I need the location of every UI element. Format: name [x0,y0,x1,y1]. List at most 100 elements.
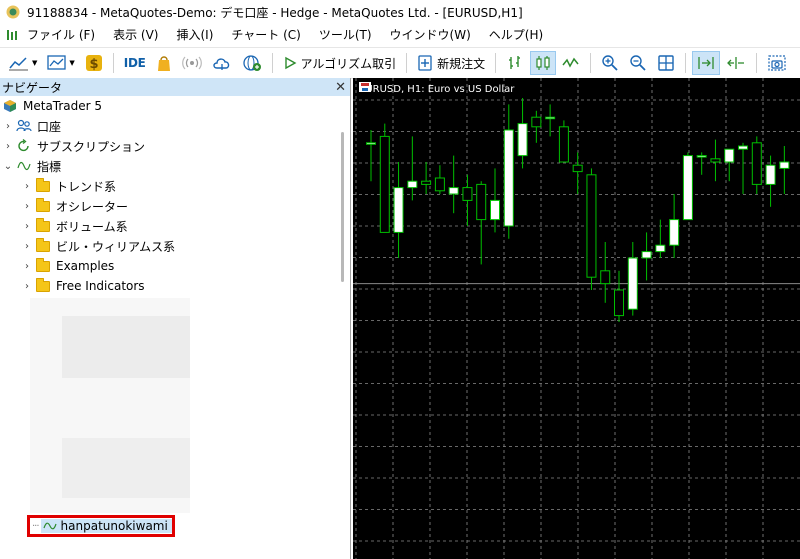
indicator-icon [42,522,57,530]
profiles-button[interactable]: ▼ [43,51,78,75]
candle-body [779,161,790,169]
candle-body [421,180,432,185]
chevron-down-icon[interactable]: ⌄ [3,161,13,172]
tree-item-oscillators[interactable]: › オシレーター [22,196,128,216]
candle [669,194,680,258]
svg-text:$: $ [89,57,98,72]
tree-item-volumes[interactable]: › ボリューム系 [22,216,128,236]
menu-tools[interactable]: ツール(T) [310,24,381,46]
vps-button[interactable] [238,51,266,75]
new-chart-button[interactable]: ▼ [4,51,41,75]
toolbar-separator [271,53,273,73]
selected-item[interactable]: hanpatunokiwami [40,519,172,533]
window-title: 91188834 - MetaQuotes-Demo: デモ口座 - Hedge… [27,5,523,20]
algo-trading-button[interactable]: アルゴリズム取引 [279,51,401,75]
scrollbar-thumb[interactable] [341,132,344,282]
tree-item-free-indicators[interactable]: › Free Indicators [22,276,145,296]
candle [600,242,611,303]
shopping-bag-button[interactable] [152,51,176,75]
candle [558,120,569,163]
folder-icon [35,177,51,194]
tree-item-metatrader5[interactable]: MetaTrader 5 [2,96,102,116]
tree-item-subscriptions[interactable]: › サブスクリプション [3,136,145,156]
algo-trading-label: アルゴリズム取引 [300,56,397,71]
candle-body [517,123,528,157]
market-button[interactable]: $ [81,51,107,75]
candle-body [462,187,473,201]
tree-item-custom-indicator[interactable]: ··· hanpatunokiwami [27,515,175,537]
candle-body [476,183,487,221]
save-icon[interactable] [359,82,371,92]
screenshot-button[interactable] [763,51,791,75]
candle [366,130,376,182]
globe-plus-icon [242,55,261,71]
close-icon[interactable]: ✕ [335,80,346,95]
folder-icon [35,257,51,274]
cloud-button[interactable] [208,51,236,75]
chevron-right-icon[interactable]: › [22,241,32,252]
shopping-bag-icon [157,56,170,71]
candle-body [572,164,583,173]
metatrader-logo-icon [2,98,18,114]
menu-chart[interactable]: チャート (C) [222,24,309,46]
chevron-down-icon: ▼ [32,59,38,67]
candle [531,110,542,143]
chart-shift-button[interactable] [722,51,750,75]
chevron-right-icon[interactable]: › [22,201,32,212]
dollar-icon: $ [85,55,102,72]
chevron-right-icon[interactable]: › [22,281,32,292]
navigator-scrollbar[interactable] [337,96,349,559]
toolbar-separator [685,53,687,73]
chevron-right-icon[interactable]: › [3,121,13,132]
new-order-button[interactable]: 新規注文 [413,51,489,75]
chevron-right-icon[interactable]: › [22,221,32,232]
tree-item-trend[interactable]: › トレンド系 [22,176,116,196]
candle [710,139,721,182]
tree-item-label: トレンド系 [56,179,117,194]
bar-chart-button[interactable] [502,51,528,75]
toolbar: ▼ ▼ $ IDE アルゴリズム取引 新規注文 [0,47,800,79]
line-chart-button[interactable] [558,51,584,75]
chart-window-icon[interactable] [5,28,19,42]
chevron-right-icon[interactable]: › [22,181,32,192]
chevron-right-icon[interactable]: › [3,141,13,152]
toolbar-separator [112,53,114,73]
auto-scroll-icon [698,57,714,69]
navigator-header: ナビゲータ ✕ [0,78,350,96]
candle [696,152,707,175]
candle-body [434,177,445,192]
candle [476,181,487,265]
auto-scroll-button[interactable] [692,51,721,75]
candle [434,165,445,194]
menu-window[interactable]: ウインドウ(W) [381,24,480,46]
candle [572,152,583,194]
signal-button[interactable] [178,51,206,75]
candlestick-button[interactable] [530,51,557,75]
candle-body [600,270,611,285]
chart-header: EURUSD, H1: Euro vs US Dollar [359,82,514,96]
tree-item-bill-williams[interactable]: › ビル・ウィリアムス系 [22,236,175,256]
candle-body [627,257,638,310]
zoom-out-button[interactable] [625,51,651,75]
tree-item-examples[interactable]: › Examples [22,256,114,276]
chevron-right-icon[interactable]: › [22,261,32,272]
menu-insert[interactable]: 挿入(I) [167,24,222,46]
menu-help[interactable]: ヘルプ(H) [480,24,552,46]
candle [393,162,404,258]
line-chart-icon [9,57,28,71]
title-bar: 91188834 - MetaQuotes-Demo: デモ口座 - Hedge… [0,0,800,24]
ide-button[interactable]: IDE [120,51,150,75]
chart-shift-icon [727,57,745,69]
folder-icon [35,277,51,294]
tile-windows-button[interactable] [653,51,679,75]
zoom-in-button[interactable] [597,51,623,75]
menu-view[interactable]: 表示 (V) [104,24,167,46]
folder-icon [35,197,51,214]
candle-body [641,251,652,259]
candlestick-chart[interactable] [353,78,800,559]
plus-document-icon [418,55,432,71]
menu-file[interactable]: ファイル (F) [19,24,104,46]
tree-item-indicators[interactable]: ⌄ 指標 [3,156,61,176]
tree-item-accounts[interactable]: › 口座 [3,116,61,136]
chart-window[interactable]: EURUSD, H1: Euro vs US Dollar [353,78,800,559]
